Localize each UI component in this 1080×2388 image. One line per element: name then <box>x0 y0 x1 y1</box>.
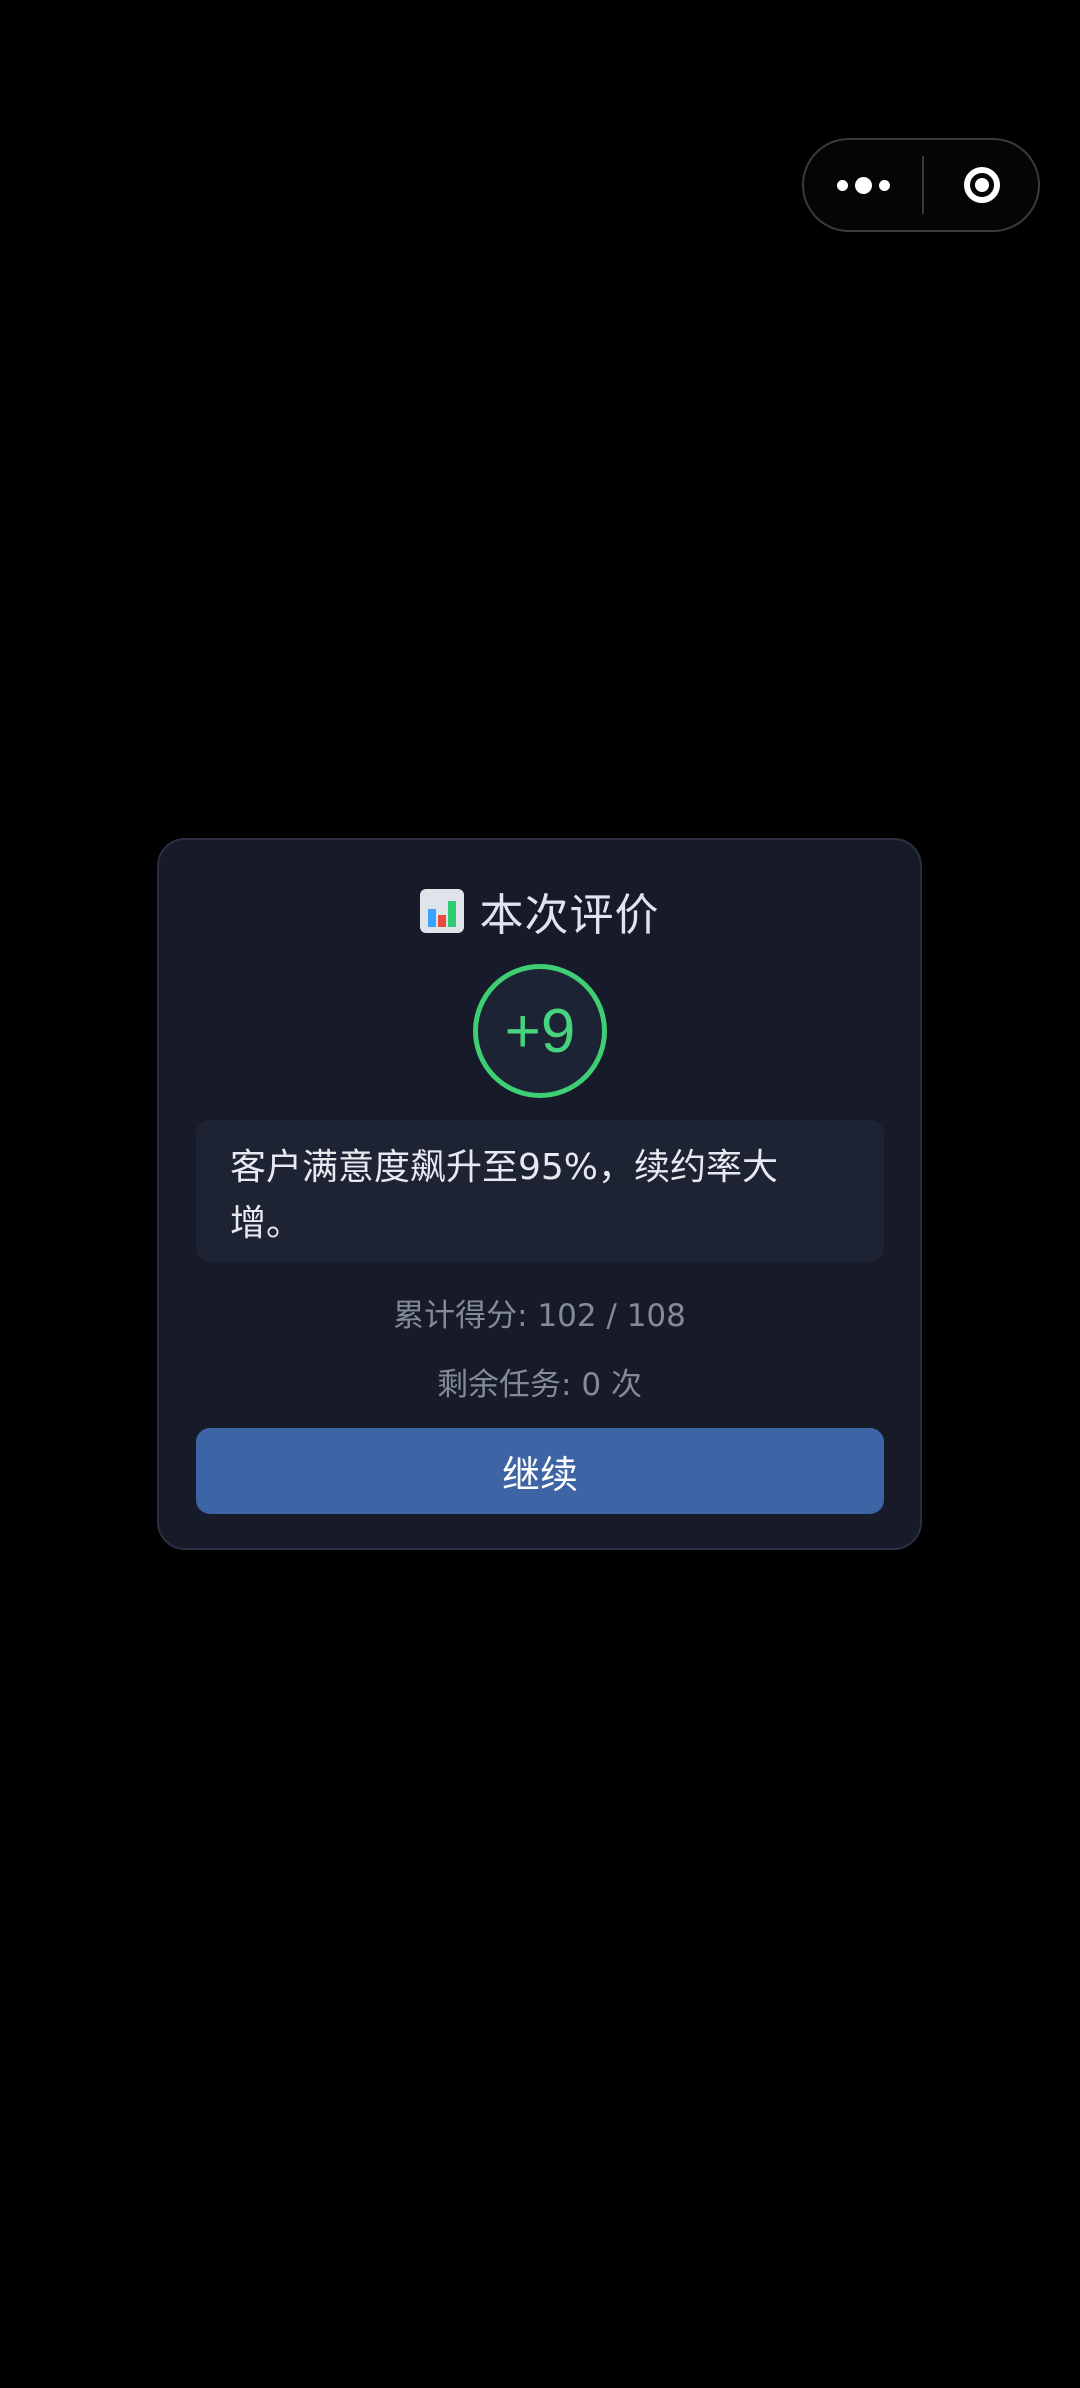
description-box: 客户满意度飙升至95%，续约率大增。 <box>196 1120 884 1262</box>
more-dots-icon <box>854 176 872 194</box>
continue-button[interactable]: 继续 <box>196 1428 884 1514</box>
screen: 本次评价 +9 客户满意度飙升至95%，续约率大增。 累计得分: 102 / 1… <box>0 0 1080 2388</box>
modal-title-text: 本次评价 <box>479 890 660 941</box>
more-dots-icon <box>836 179 848 191</box>
bar-chart-icon <box>419 889 464 933</box>
modal-title: 本次评价 <box>159 880 920 942</box>
description-text: 客户满意度飙升至95%，续约率大增。 <box>230 1147 779 1244</box>
record-circle-icon <box>964 167 1000 203</box>
mini-program-capsule <box>802 138 1040 232</box>
close-button[interactable] <box>924 140 1040 230</box>
remaining-tasks: 剩余任务: 0 次 <box>437 1367 642 1403</box>
total-score: 累计得分: 102 / 108 <box>393 1298 686 1334</box>
score-value: +9 <box>504 996 576 1066</box>
more-dots-icon <box>878 179 890 191</box>
evaluation-modal: 本次评价 +9 客户满意度飙升至95%，续约率大增。 累计得分: 102 / 1… <box>157 838 922 1550</box>
score-badge: +9 <box>473 964 607 1098</box>
more-button[interactable] <box>804 140 922 230</box>
